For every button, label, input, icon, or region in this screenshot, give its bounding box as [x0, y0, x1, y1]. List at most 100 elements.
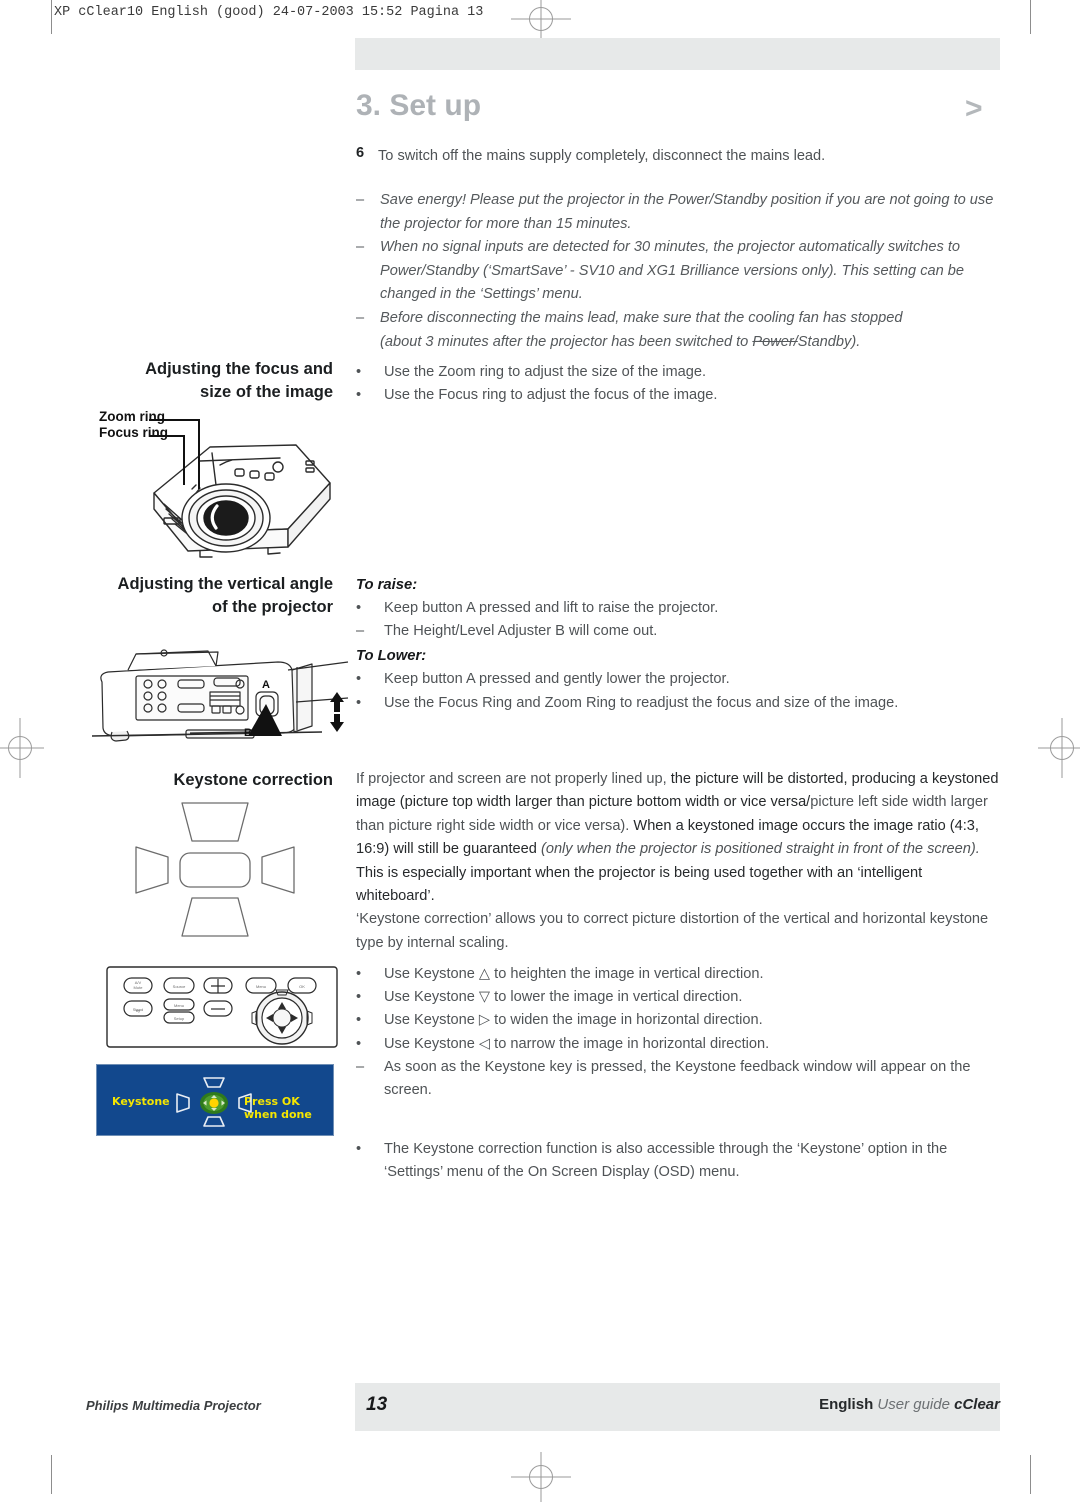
registration-mark-left — [0, 718, 44, 778]
header-band — [355, 38, 1000, 70]
vertical-section-heading: Adjusting the vertical angle of the proj… — [86, 573, 333, 619]
vertical-heading-line2: of the projector — [211, 598, 333, 616]
svg-text:OK: OK — [299, 984, 305, 989]
keystone-bullets: • Use Keystone △ to heighten the image i… — [356, 963, 1004, 1102]
footer-language: English — [819, 1396, 874, 1413]
bullet-marker: • — [356, 694, 362, 711]
bullet-text: The Keystone correction function is also… — [384, 1141, 948, 1181]
footer-product: cClear — [954, 1396, 1000, 1413]
list-item: • Use the Focus Ring and Zoom Ring to re… — [356, 692, 1004, 715]
page-title: 3. Set up — [356, 89, 482, 122]
registration-mark-right — [1038, 718, 1080, 778]
svg-text:Mute: Mute — [134, 985, 144, 990]
bullet-marker: • — [356, 364, 362, 380]
focus-section-heading: Adjusting the focus and size of the imag… — [86, 358, 333, 404]
bullet-text: Keep button A pressed and lift to raise … — [384, 600, 719, 616]
bullet-text: Use Keystone ▷ to widen the image in hor… — [384, 1012, 763, 1029]
note-item: – Before disconnecting the mains lead, m… — [356, 307, 1004, 354]
trim-line-right-bottom — [1030, 1455, 1031, 1494]
list-item: • Keep button A pressed and lift to rais… — [356, 597, 1004, 620]
print-slug: XP cClear10 English (good) 24-07-2003 15… — [54, 5, 484, 20]
note-marker: – — [356, 192, 365, 208]
bullet-marker: • — [356, 1035, 362, 1052]
footer-doctype: User guide — [877, 1396, 950, 1413]
bullet-marker: • — [356, 387, 362, 404]
keystone-right-trapezoid-icon — [238, 1093, 252, 1113]
footer-brand: Philips Multimedia Projector — [86, 1398, 261, 1413]
note-item: – When no signal inputs are detected for… — [356, 236, 1004, 307]
svg-text:A: A — [262, 679, 270, 691]
zoom-ring-label: Zoom ring — [99, 409, 165, 424]
keystone-up-trapezoid-icon — [203, 1077, 225, 1088]
bullet-marker: – — [356, 1058, 365, 1075]
bullet-marker: • — [356, 989, 362, 1006]
trim-line-right-top — [1030, 0, 1031, 34]
list-item: • Use Keystone ▷ to widen the image in h… — [356, 1009, 1004, 1032]
bullet-marker: – — [356, 623, 365, 640]
list-item: – The Height/Level Adjuster B will come … — [356, 620, 1004, 643]
focus-heading-line2: size of the image — [200, 383, 333, 401]
registration-mark-top — [511, 0, 571, 42]
osd-hint-label: Press OK when done — [244, 1095, 312, 1121]
svg-text:B: B — [244, 727, 252, 739]
keystone-down-trapezoid-icon — [203, 1116, 225, 1127]
bullet-text: Keep button A pressed and gently lower t… — [384, 671, 730, 688]
bullet-text: The Height/Level Adjuster B will come ou… — [384, 623, 658, 640]
keystone-distortion-diagram — [122, 797, 308, 942]
note-text: Save energy! Please put the projector in… — [380, 192, 994, 232]
bullet-text: Use Keystone △ to heighten the image in … — [384, 966, 764, 982]
osd-keystone-navigator — [175, 1077, 253, 1127]
bullet-text: Use Keystone ◁ to narrow the image in ho… — [384, 1035, 770, 1052]
bullet-marker: • — [356, 1141, 362, 1157]
registration-mark-bottom — [511, 1452, 571, 1502]
note-marker: – — [356, 309, 365, 326]
bullet-marker: • — [356, 1012, 362, 1029]
note-item: – Save energy! Please put the projector … — [356, 189, 1004, 236]
svg-text:Menu: Menu — [174, 1003, 184, 1008]
footer-meta: English User guide cClear — [819, 1396, 1000, 1413]
control-panel-illustration: A/V Mute Stand by Source Menu Setup Menu … — [106, 966, 338, 1048]
intro-step-text: To switch off the mains supply completel… — [378, 148, 826, 164]
keystone-final-bullet: • The Keystone correction function is al… — [356, 1138, 1004, 1184]
bullet-text: Use the Zoom ring to adjust the size of … — [384, 364, 707, 380]
bullet-text: Use the Focus ring to adjust the focus o… — [384, 387, 718, 404]
vertical-heading-line1: Adjusting the vertical angle — [117, 575, 333, 593]
focus-bullets: • Use the Zoom ring to adjust the size o… — [356, 361, 1004, 407]
svg-text:Setup: Setup — [174, 1016, 185, 1021]
projector-rear-illustration: A B — [90, 640, 352, 760]
bullet-marker: • — [356, 600, 362, 616]
trim-line-left-top — [51, 0, 52, 34]
svg-text:Menu: Menu — [256, 984, 266, 989]
keystone-section-heading: Keystone correction — [86, 769, 333, 792]
to-lower-label: To Lower: — [356, 648, 427, 665]
note-text: When no signal inputs are detected for 3… — [380, 239, 965, 303]
list-item: • Use Keystone ▽ to lower the image in v… — [356, 986, 1004, 1009]
document-page: XP cClear10 English (good) 24-07-2003 15… — [0, 0, 1080, 1502]
keystone-heading: Keystone correction — [173, 771, 333, 789]
keystone-p1-part5: This is especially important when the pr… — [356, 864, 923, 905]
intro-step-number: 6 — [356, 145, 365, 161]
osd-keystone-window: Keystone Press OK when done — [96, 1064, 334, 1136]
list-item: • Use Keystone ◁ to narrow the image in … — [356, 1033, 1004, 1056]
focus-ring-label: Focus ring — [99, 425, 169, 440]
osd-keystone-label: Keystone — [112, 1095, 170, 1108]
keystone-paragraphs: If projector and screen are not properly… — [356, 768, 1004, 955]
chevron-right-icon: > — [965, 92, 983, 125]
keystone-left-trapezoid-icon — [176, 1093, 190, 1113]
page-number: 13 — [366, 1394, 388, 1415]
svg-text:Source: Source — [173, 984, 186, 989]
keystone-paragraph-1: If projector and screen are not properly… — [356, 768, 1004, 908]
note-text: Before disconnecting the mains lead, mak… — [380, 309, 903, 350]
focus-heading-line1: Adjusting the focus and — [145, 360, 333, 378]
list-item: • Use Keystone △ to heighten the image i… — [356, 963, 1004, 986]
list-item: • Use the Focus ring to adjust the focus… — [356, 384, 1004, 407]
to-raise-label: To raise: — [356, 577, 418, 593]
keystone-paragraph-2: ‘Keystone correction’ allows you to corr… — [356, 911, 989, 951]
bullet-text: Use Keystone ▽ to lower the image in ver… — [384, 989, 743, 1006]
vertical-instructions: To raise: • Keep button A pressed and li… — [356, 574, 1004, 715]
list-item: • Keep button A pressed and gently lower… — [356, 668, 1004, 691]
list-item: – As soon as the Keystone key is pressed… — [356, 1056, 1004, 1102]
keystone-p1-italic: (only when the projector is positioned s… — [540, 841, 980, 858]
intro-step: 6 To switch off the mains supply complet… — [356, 145, 1004, 168]
keystone-p1-part1: If projector and screen are not properly… — [356, 771, 667, 787]
